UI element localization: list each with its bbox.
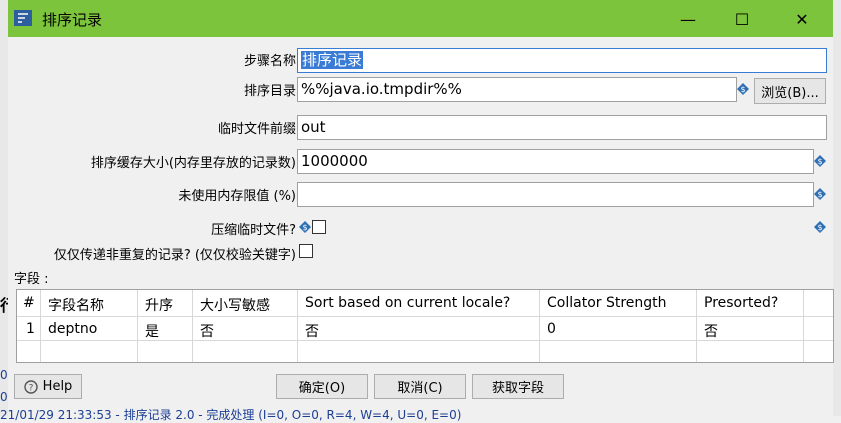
- column-header-locale[interactable]: Sort based on current locale?: [305, 295, 510, 311]
- get-fields-button-label: 获取字段: [491, 381, 544, 396]
- background-app-right: [833, 0, 841, 416]
- column-divider: [40, 290, 41, 362]
- column-divider: [696, 290, 697, 362]
- maximize-icon: ☐: [734, 9, 750, 29]
- window-title: 排序记录: [42, 11, 103, 29]
- table-cell-collator[interactable]: 0: [547, 321, 556, 337]
- column-header-presorted[interactable]: Presorted?: [704, 295, 778, 311]
- get-fields-button[interactable]: 获取字段: [472, 374, 564, 399]
- minimize-button[interactable]: —: [668, 6, 708, 32]
- table-cell-presorted[interactable]: 否: [704, 321, 718, 341]
- column-divider: [803, 290, 804, 362]
- column-header-ascending[interactable]: 升序: [145, 295, 173, 315]
- variable-icon: $: [814, 155, 826, 167]
- temp-prefix-label: 临时文件前缀: [217, 122, 296, 137]
- variable-icon: $: [737, 83, 749, 95]
- svg-text:$: $: [817, 190, 822, 199]
- column-divider: [539, 290, 540, 362]
- sort-directory-input[interactable]: %%java.io.tmpdir%%: [297, 77, 737, 102]
- sort-directory-label: 排序目录: [243, 84, 296, 99]
- minimize-icon: —: [680, 9, 696, 29]
- column-header-collator[interactable]: Collator Strength: [547, 295, 667, 311]
- help-button[interactable]: ? Help: [14, 374, 82, 399]
- step-name-label: 步骤名称: [243, 54, 296, 69]
- svg-text:$: $: [740, 85, 745, 94]
- svg-text:$: $: [817, 157, 822, 166]
- column-divider: [297, 290, 298, 362]
- cancel-button[interactable]: 取消(C): [374, 374, 466, 399]
- cache-size-label: 排序缓存大小(内存里存放的记录数): [90, 156, 296, 171]
- compress-checkbox[interactable]: [312, 220, 326, 234]
- table-cell-field-name[interactable]: deptno: [48, 321, 97, 337]
- cache-size-input[interactable]: 1000000: [297, 149, 814, 174]
- svg-text:$: $: [302, 223, 307, 232]
- unique-rows-label: 仅仅传递非重复的记录? (仅仅校验关键字): [53, 248, 296, 263]
- row-divider: [17, 316, 833, 317]
- column-header-case-sensitive[interactable]: 大小写敏感: [200, 295, 270, 315]
- background-app-left: 行 02 02: [0, 0, 16, 416]
- svg-text:?: ?: [28, 383, 33, 393]
- browse-button[interactable]: 浏览(B)...: [754, 78, 826, 104]
- maximize-button[interactable]: ☐: [722, 6, 762, 32]
- fields-label: 字段 :: [14, 272, 49, 287]
- column-divider: [192, 290, 193, 362]
- unique-rows-checkbox[interactable]: [299, 244, 313, 258]
- sort-step-icon: [14, 10, 32, 26]
- compress-label: 压缩临时文件?: [211, 223, 296, 238]
- help-button-label: Help: [42, 379, 73, 394]
- table-cell-index[interactable]: 1: [26, 321, 35, 337]
- svg-text:$: $: [817, 223, 822, 232]
- temp-prefix-input[interactable]: out: [297, 115, 827, 140]
- step-name-input[interactable]: 排序记录: [297, 48, 827, 73]
- sort-rows-dialog: 排序记录 — ☐ ✕ 步骤名称 排序记录 排序目录 %%java.io.tmpd…: [0, 0, 834, 422]
- ok-button[interactable]: 确定(O): [276, 374, 368, 399]
- column-header-index[interactable]: #: [23, 295, 35, 311]
- browse-button-label: 浏览(B)...: [761, 85, 819, 101]
- background-log-line: 21/01/29 21:33:53 - 排序记录 2.0 - 完成处理 (I=0…: [0, 408, 462, 422]
- table-cell-case-sensitive[interactable]: 否: [200, 321, 214, 341]
- variable-icon: $: [299, 221, 311, 233]
- close-button[interactable]: ✕: [782, 6, 822, 32]
- variable-icon: $: [814, 221, 826, 233]
- ok-button-label: 确定(O): [298, 381, 346, 396]
- free-memory-input[interactable]: [297, 182, 814, 207]
- help-icon: ?: [23, 379, 38, 394]
- column-divider: [137, 290, 138, 362]
- table-cell-ascending[interactable]: 是: [145, 321, 159, 341]
- table-cell-locale[interactable]: 否: [305, 321, 319, 341]
- step-name-value: 排序记录: [301, 51, 364, 69]
- cancel-button-label: 取消(C): [397, 381, 443, 396]
- title-bar[interactable]: 排序记录 — ☐ ✕: [8, 0, 833, 37]
- variable-icon: $: [814, 188, 826, 200]
- fields-table: # 字段名称 升序 大小写敏感 Sort based on current lo…: [16, 289, 834, 363]
- column-header-field-name[interactable]: 字段名称: [48, 295, 104, 315]
- close-icon: ✕: [795, 9, 809, 29]
- free-memory-label: 未使用内存限值 (%): [178, 189, 296, 204]
